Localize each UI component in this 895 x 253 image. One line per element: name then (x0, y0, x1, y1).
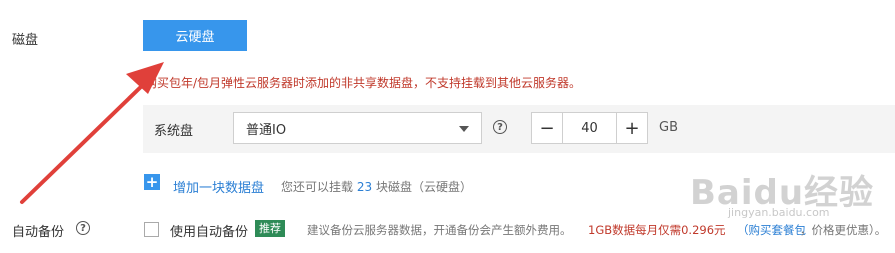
annotation-arrow (20, 62, 164, 204)
arrow-head (126, 62, 164, 94)
arrow-shaft (20, 78, 150, 204)
